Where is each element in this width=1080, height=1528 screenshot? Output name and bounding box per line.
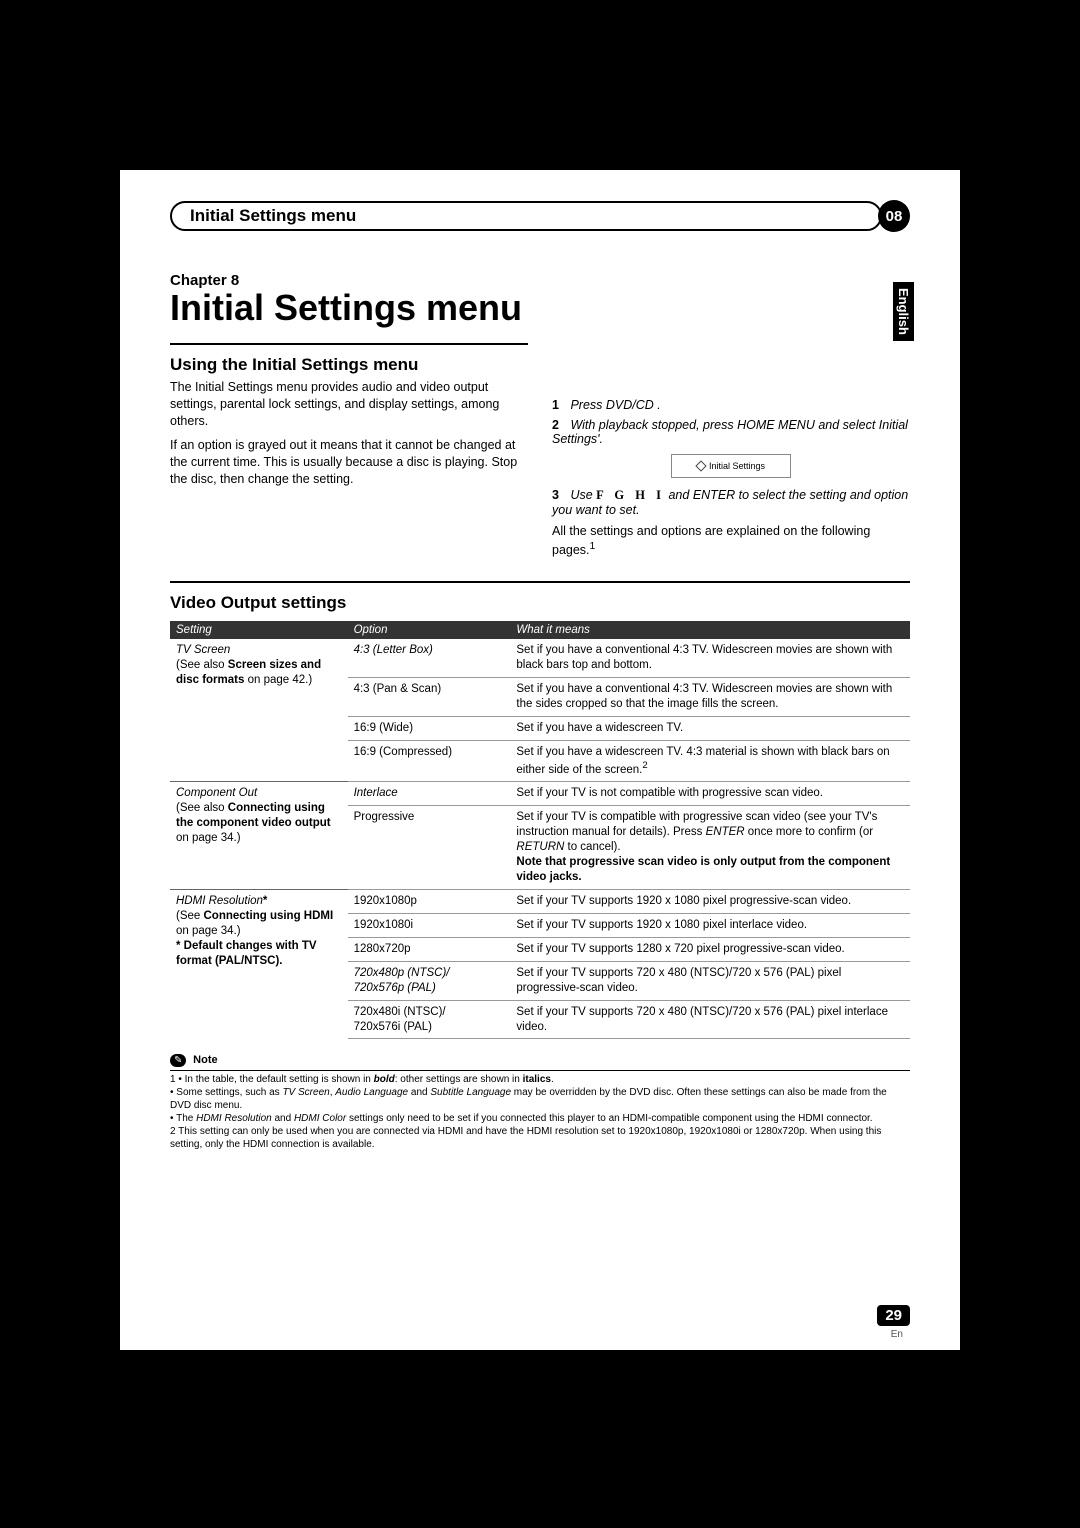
- setting-name: TV Screen: [176, 644, 230, 656]
- step-after-text: All the settings and options are explain…: [552, 524, 870, 557]
- using-paragraph-1: The Initial Settings menu provides audio…: [170, 379, 528, 430]
- note-section: ✎ Note 1 • In the table, the default set…: [170, 1053, 910, 1150]
- option-cell: 4:3 (Letter Box): [348, 639, 511, 677]
- t: once more to confirm (or: [745, 826, 873, 838]
- what-cell: Set if your TV is compatible with progre…: [510, 806, 910, 890]
- t: • The: [170, 1113, 196, 1124]
- note-label: Note: [193, 1054, 217, 1066]
- table-row: HDMI Resolution* (See Connecting using H…: [170, 889, 910, 913]
- manual-page: Initial Settings menu 08 Chapter 8 Initi…: [120, 170, 960, 1350]
- t: settings only need to be set if you conn…: [346, 1113, 872, 1124]
- what-cell: Set if your TV supports 1280 x 720 pixel…: [510, 937, 910, 961]
- what-cell: Set if your TV supports 1920 x 1080 pixe…: [510, 913, 910, 937]
- step-text-a: Use: [570, 488, 596, 502]
- t: Audio Language: [335, 1087, 408, 1098]
- setting-name: Component Out: [176, 787, 257, 799]
- t: to cancel).: [564, 841, 620, 853]
- header-title: Initial Settings menu: [190, 206, 356, 226]
- step-text: Press DVD/CD .: [570, 398, 660, 412]
- what-cell: Set if your TV is not compatible with pr…: [510, 782, 910, 806]
- table-header-row: Setting Option What it means: [170, 621, 910, 639]
- setting-name: HDMI Resolution: [176, 895, 263, 907]
- t: 1 • In the table, the default setting is…: [170, 1074, 374, 1085]
- step-3-after: All the settings and options are explain…: [552, 523, 910, 559]
- using-paragraph-2: If an option is grayed out it means that…: [170, 437, 528, 488]
- option-cell: 16:9 (Compressed): [348, 740, 511, 782]
- t: and: [272, 1113, 294, 1124]
- step-number: 3: [552, 488, 559, 502]
- nav-keys: F G H I: [596, 488, 665, 502]
- option-cell: Interlace: [348, 782, 511, 806]
- setting-note: * Default changes with TV format (PAL/NT…: [176, 940, 317, 967]
- intro-columns: Chapter 8 Initial Settings menu Using th…: [170, 272, 910, 567]
- section-using-heading: Using the Initial Settings menu: [170, 355, 528, 375]
- page-number-badge: 29: [877, 1305, 910, 1326]
- option-cell: Progressive: [348, 806, 511, 890]
- language-tab: English: [893, 282, 914, 341]
- footnote-1: 1 • In the table, the default setting is…: [170, 1070, 910, 1151]
- page-lang: En: [891, 1329, 903, 1340]
- option-cell: 16:9 (Wide): [348, 716, 511, 740]
- header-pill: Initial Settings menu: [170, 201, 882, 231]
- what-cell: Set if your TV supports 720 x 480 (NTSC)…: [510, 961, 910, 1000]
- section-video-heading: Video Output settings: [170, 593, 910, 613]
- what-cell: Set if you have a widescreen TV. 4:3 mat…: [510, 740, 910, 782]
- step-number: 2: [552, 418, 559, 432]
- col-setting: Setting: [170, 621, 348, 639]
- option-cell: 720x480p (NTSC)/ 720x576p (PAL): [348, 961, 511, 1000]
- t: .: [551, 1074, 554, 1085]
- t: : other settings are shown in: [395, 1074, 523, 1085]
- what-cell: Set if your TV supports 720 x 480 (NTSC)…: [510, 1000, 910, 1039]
- star: *: [263, 895, 267, 907]
- step-1: 1 Press DVD/CD .: [552, 398, 910, 412]
- setting-cell: Component Out (See also Connecting using…: [170, 782, 348, 890]
- divider: [170, 581, 910, 583]
- footnote-ref: 1: [590, 541, 596, 552]
- option-cell: 4:3 (Pan & Scan): [348, 677, 511, 716]
- step-3: 3 Use F G H I and ENTER to select the se…: [552, 488, 910, 517]
- option-cell: 1280x720p: [348, 937, 511, 961]
- what-cell: Set if your TV supports 1920 x 1080 pixe…: [510, 889, 910, 913]
- t: HDMI Resolution: [196, 1113, 272, 1124]
- diamond-icon: [695, 460, 706, 471]
- note-icon: ✎: [170, 1054, 186, 1067]
- setting-cell: TV Screen (See also Screen sizes and dis…: [170, 639, 348, 782]
- header-row: Initial Settings menu 08: [170, 200, 910, 232]
- col-what: What it means: [510, 621, 910, 639]
- video-output-table: Setting Option What it means TV Screen (…: [170, 621, 910, 1040]
- footnote-2: 2 This setting can only be used when you…: [170, 1126, 881, 1150]
- table-row: Component Out (See also Connecting using…: [170, 782, 910, 806]
- option-cell: 720x480i (NTSC)/ 720x576i (PAL): [348, 1000, 511, 1039]
- step-2: 2 With playback stopped, press HOME MENU…: [552, 418, 910, 446]
- t: HDMI Color: [294, 1113, 346, 1124]
- what-cell: Set if you have a conventional 4:3 TV. W…: [510, 677, 910, 716]
- what-cell: Set if you have a conventional 4:3 TV. W…: [510, 639, 910, 677]
- t: TV Screen: [282, 1087, 329, 1098]
- option-cell: 1920x1080p: [348, 889, 511, 913]
- footnote-ref: 2: [642, 760, 647, 771]
- t: italics: [523, 1074, 551, 1085]
- t: Note that progressive scan video is only…: [516, 856, 890, 883]
- t: RETURN: [516, 841, 564, 853]
- chapter-badge: 08: [878, 200, 910, 232]
- t: ENTER: [706, 826, 745, 838]
- setting-cell: HDMI Resolution* (See Connecting using H…: [170, 889, 348, 1039]
- step-text: With playback stopped, press HOME MENU a…: [552, 418, 908, 446]
- what-text: Set if you have a widescreen TV. 4:3 mat…: [516, 746, 889, 776]
- page-title: Initial Settings menu: [170, 289, 528, 327]
- option-cell: 1920x1080i: [348, 913, 511, 937]
- step-number: 1: [552, 398, 559, 412]
- t: and: [408, 1087, 430, 1098]
- what-cell: Set if you have a widescreen TV.: [510, 716, 910, 740]
- t: bold: [374, 1074, 395, 1085]
- table-row: TV Screen (See also Screen sizes and dis…: [170, 639, 910, 677]
- t: Subtitle Language: [430, 1087, 511, 1098]
- initial-settings-screenshot: Initial Settings: [671, 454, 791, 478]
- col-option: Option: [348, 621, 511, 639]
- screenshot-label: Initial Settings: [709, 461, 765, 471]
- divider: [170, 343, 528, 345]
- t: • Some settings, such as: [170, 1087, 282, 1098]
